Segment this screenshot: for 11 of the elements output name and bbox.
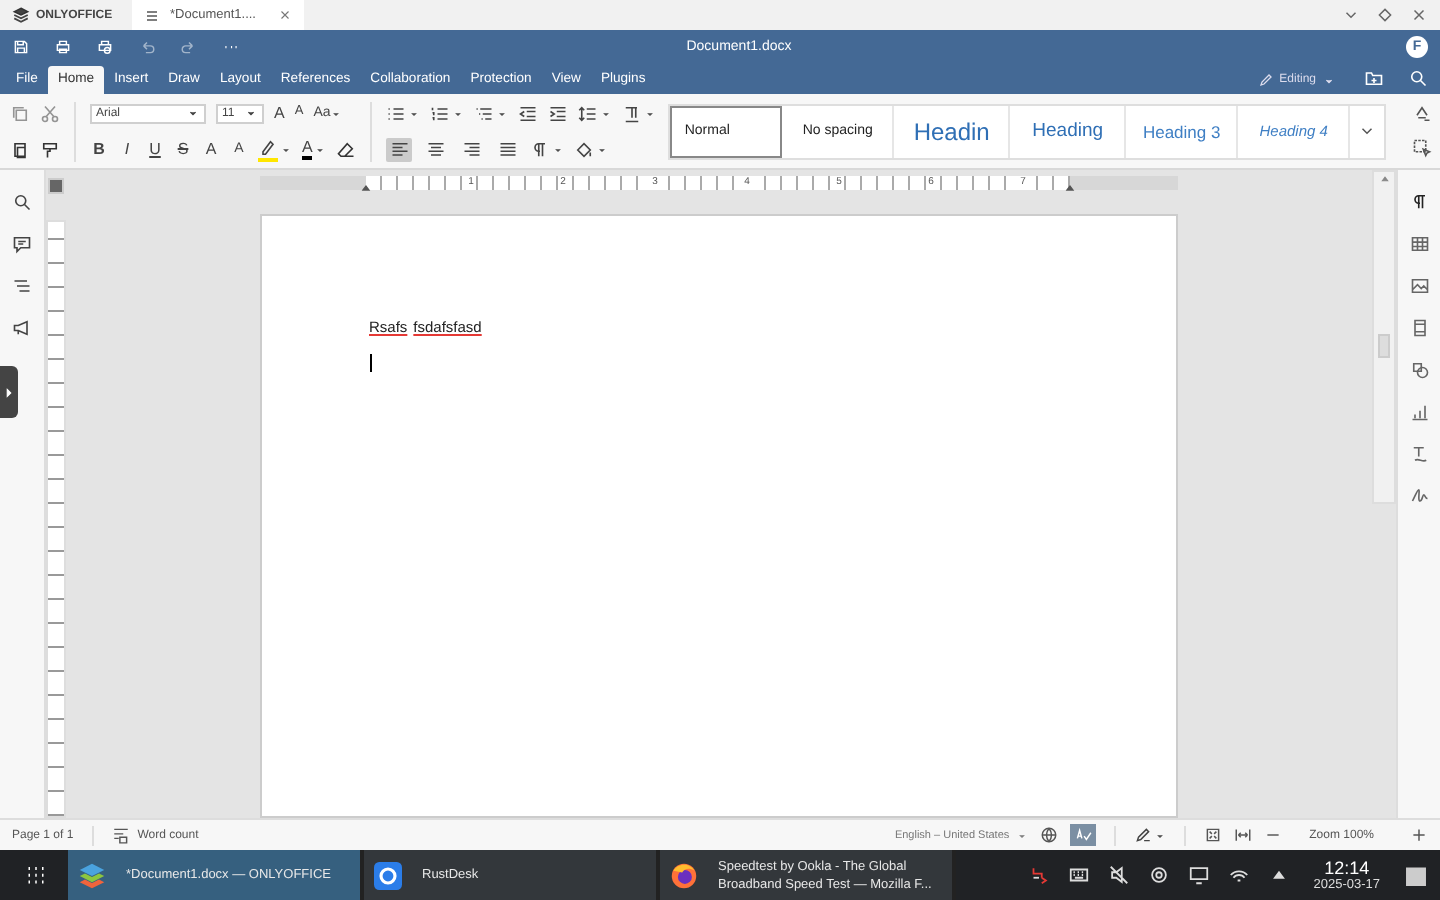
clock-time[interactable]: 12:14 bbox=[1324, 858, 1370, 878]
style-preset[interactable]: Heading 3 bbox=[1126, 105, 1239, 157]
bold-button[interactable]: B bbox=[90, 141, 108, 157]
increase-font-size-button[interactable]: A bbox=[274, 105, 285, 121]
superscript-button[interactable]: A bbox=[202, 141, 220, 157]
underline-button[interactable]: U bbox=[146, 141, 164, 157]
strikethrough-button[interactable]: S bbox=[174, 141, 192, 157]
italic-button[interactable]: I bbox=[118, 141, 136, 157]
font-color-button[interactable]: A bbox=[302, 139, 313, 159]
style-preset[interactable]: Headin bbox=[894, 105, 1011, 157]
style-preset[interactable]: Heading bbox=[1010, 105, 1127, 157]
